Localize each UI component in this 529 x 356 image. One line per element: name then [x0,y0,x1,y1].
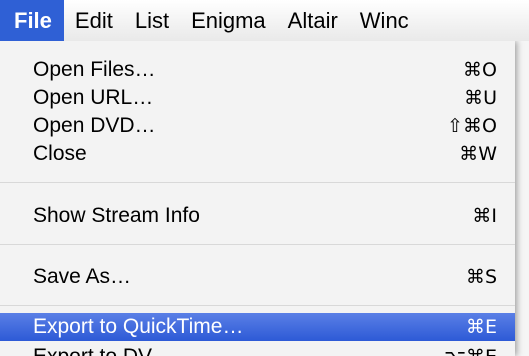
menu-window[interactable]: Winc [349,0,420,41]
file-menu-dropdown: Open Files… ⌘O Open URL… ⌘U Open DVD… ⇧⌘… [0,41,529,356]
menu-item-save-as[interactable]: Save As… ⌘S [0,263,515,291]
menu-item-shortcut: ⌘W [459,143,497,165]
menu-item-shortcut: ⇧⌘O [447,115,497,137]
menu-file[interactable]: File [0,0,64,41]
menu-item-label: Open URL… [33,86,154,109]
menu-item-label: Open DVD… [33,114,156,137]
menu-item-export-quicktime[interactable]: Export to QuickTime… ⌘E [0,313,515,341]
file-menu-panel: Open Files… ⌘O Open URL… ⌘U Open DVD… ⇧⌘… [0,41,515,356]
menu-item-shortcut: ⌘E [465,316,497,338]
menu-item-shortcut: ⌘O [463,59,497,81]
menu-edit[interactable]: Edit [64,0,124,41]
menu-item-open-url[interactable]: Open URL… ⌘U [0,84,515,112]
menu-item-label: Open Files… [33,58,156,81]
menu-list[interactable]: List [124,0,180,41]
menu-bar: File Edit List Enigma Altair Winc [0,0,529,41]
menu-separator [0,305,515,306]
menu-item-export-dv[interactable]: Export to DV… ⌥⌘E [0,343,515,356]
menu-enigma[interactable]: Enigma [180,0,277,41]
menu-item-label: Show Stream Info [33,204,200,227]
menu-item-open-files[interactable]: Open Files… ⌘O [0,56,515,84]
menu-item-label: Export to QuickTime… [33,315,244,338]
menu-item-label: Save As… [33,265,132,288]
menu-item-shortcut: ⌘S [465,266,497,288]
menu-item-shortcut: ⌘I [472,205,497,227]
menu-item-shortcut: ⌘U [464,87,497,109]
menu-separator [0,182,515,183]
menu-item-close[interactable]: Close ⌘W [0,140,515,168]
menu-item-shortcut: ⌥⌘E [444,343,497,356]
menu-item-open-dvd[interactable]: Open DVD… ⇧⌘O [0,112,515,140]
menu-item-label: Export to DV… [33,343,173,356]
menu-item-show-stream-info[interactable]: Show Stream Info ⌘I [0,202,515,230]
menu-separator [0,244,515,245]
menu-item-label: Close [33,142,87,165]
menu-altair[interactable]: Altair [277,0,349,41]
